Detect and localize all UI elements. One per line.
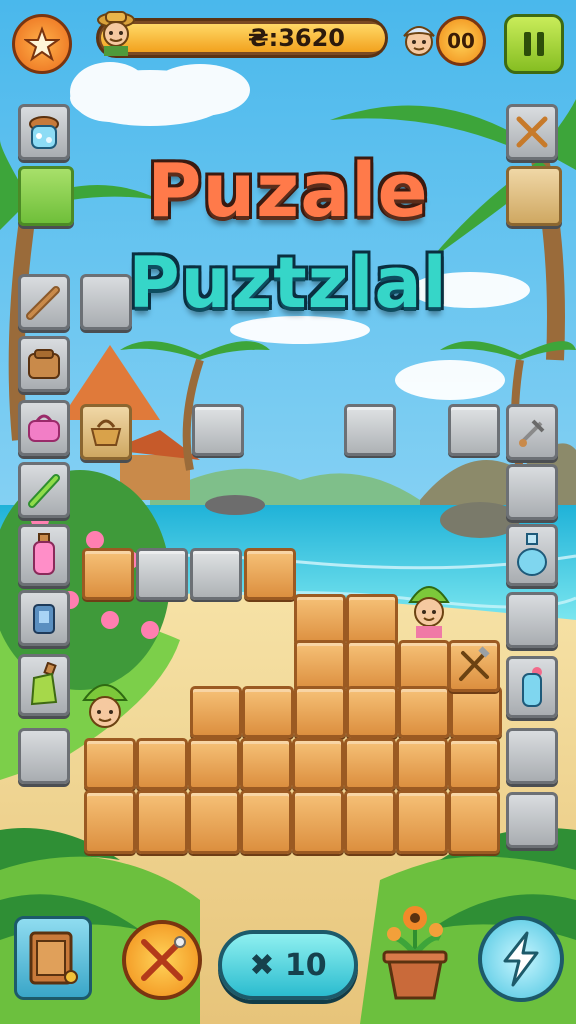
crystal-jar-slot[interactable] [18,104,70,160]
green-bottle-slot[interactable] [18,654,70,716]
crossed-swords-slot[interactable] [506,104,558,160]
wood-block[interactable] [346,594,398,646]
crossed-swords-icon [516,116,548,148]
turban-avatar [398,14,440,62]
empty-slot-right-3[interactable] [506,728,558,784]
tan-tile[interactable] [506,166,562,226]
grey-block[interactable] [344,404,396,456]
lantern-slot[interactable] [18,590,70,646]
wood-block[interactable] [84,738,136,790]
wood-block[interactable] [396,738,448,790]
pink-purse-icon [28,414,60,442]
green-hat-girl [404,578,454,638]
grey-block[interactable] [448,404,500,456]
wood-block[interactable] [344,738,396,790]
crystal-jar-icon [29,116,59,149]
grey-tile[interactable] [80,274,132,330]
chest-icon [29,931,78,985]
flower-pot-icon [378,894,452,1002]
wood-block[interactable] [240,738,292,790]
tools-crossed-icon [141,936,186,981]
lantern-icon [33,604,55,634]
empty-slot-left[interactable] [18,728,70,784]
wood-block[interactable] [294,640,346,692]
wood-block[interactable] [294,686,346,738]
wood-block[interactable] [292,790,344,854]
wood-block[interactable] [398,686,450,738]
wood-block[interactable] [450,686,502,738]
wood-block[interactable] [346,640,398,692]
wood-block[interactable] [344,790,396,854]
green-bottle-icon [30,662,58,706]
grey-block[interactable] [192,404,244,456]
grey-block[interactable] [190,548,242,600]
empty-slot-right-4[interactable] [506,792,558,848]
menu-button[interactable] [12,14,72,74]
bamboo-icon [28,474,60,508]
score-bar: ₴:3620 [96,18,388,58]
explorer-avatar [96,8,136,56]
wood-block[interactable] [242,686,294,738]
coin-counter: 00 [436,16,486,66]
wood-block[interactable] [82,548,134,600]
wood-block[interactable] [398,640,450,692]
empty-slot-right-2[interactable] [506,592,558,648]
game-scene: ₴:3620 00 Puzale Puztzlal ✖ 10 [0,0,576,1024]
wood-block[interactable] [346,686,398,738]
water-bottle-slot[interactable] [506,524,558,586]
wood-block[interactable] [292,738,344,790]
wood-block[interactable] [244,548,296,600]
bamboo-slot[interactable] [18,462,70,518]
wood-block[interactable] [240,790,292,854]
score-text: ₴:3620 [247,24,345,52]
wood-block[interactable] [190,686,242,738]
grey-block[interactable] [136,548,188,600]
water-bottle-icon [517,533,547,576]
multiplier-text: ✖ 10 [249,947,327,983]
pause-icon [524,32,544,56]
wood-block[interactable] [136,738,188,790]
wood-block[interactable] [84,790,136,854]
lightning-icon [503,931,539,987]
crossed-tools-icon [459,646,490,681]
pink-purse-slot[interactable] [18,400,70,456]
potion-bottle-icon [33,533,55,575]
potion-bottle-slot[interactable] [18,524,70,586]
power-button[interactable] [478,916,564,1002]
wood-block[interactable] [294,594,346,646]
wood-block[interactable] [188,738,240,790]
pause-button[interactable] [504,14,564,74]
star-badge-icon [24,26,60,62]
wood-block[interactable] [448,790,500,854]
basket-icon [90,419,122,446]
wood-block[interactable] [448,738,500,790]
cancel-tools-button[interactable] [122,920,202,1000]
wood-block[interactable] [136,790,188,854]
title-line-1: Puzale [147,148,429,234]
crossed-tools-block[interactable] [448,640,500,692]
scroll-wheel-icon [519,419,545,447]
bag-icon [28,349,60,379]
wood-block[interactable] [188,790,240,854]
scroll-wheel-slot[interactable] [506,404,558,460]
green-tile[interactable] [18,166,74,226]
coins-text: 00 [447,29,475,53]
potion-flask-icon [522,667,542,707]
green-hat-girl-2 [78,676,132,736]
log-slot[interactable] [18,274,70,330]
multiplier-button[interactable]: ✖ 10 [218,930,358,1000]
empty-slot-right-1[interactable] [506,464,558,520]
bag-slot[interactable] [18,336,70,392]
chest-button[interactable] [14,916,92,1000]
potion-flask-slot[interactable] [506,656,558,718]
wood-block[interactable] [396,790,448,854]
basket-slot[interactable] [80,404,132,460]
log-icon [26,286,60,320]
